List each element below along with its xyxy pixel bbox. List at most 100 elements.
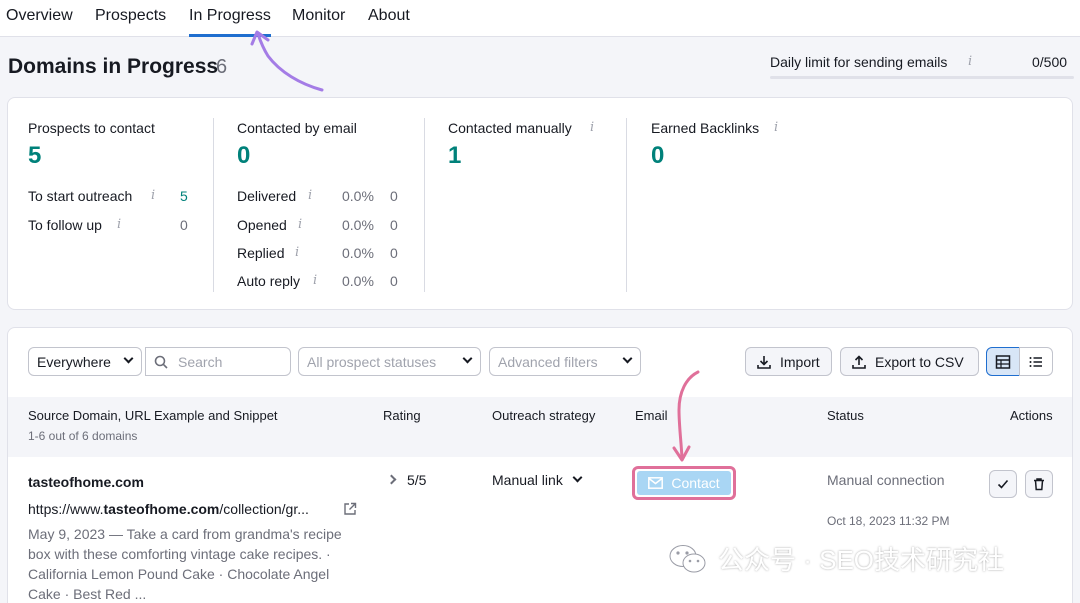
header-status: Status: [827, 408, 864, 423]
header-actions: Actions: [1010, 408, 1053, 423]
contact-highlight-box: Contact: [632, 466, 736, 500]
info-icon[interactable]: i: [590, 120, 594, 135]
info-icon[interactable]: i: [308, 188, 312, 203]
mark-done-button[interactable]: [989, 470, 1017, 498]
import-button[interactable]: Import: [745, 347, 832, 376]
tab-prospects[interactable]: Prospects: [95, 7, 166, 37]
contact-button[interactable]: Contact: [637, 471, 731, 495]
replied-label: Replied: [237, 245, 285, 261]
trash-icon: [1034, 478, 1044, 491]
export-icon: [852, 354, 866, 369]
stats-card: Prospects to contact 5 To start outreach…: [7, 97, 1073, 310]
page-title-count: 6: [216, 56, 228, 78]
header-rating[interactable]: Rating: [383, 408, 421, 423]
search-placeholder: Search: [178, 353, 223, 370]
to-start-outreach-label: To start outreach: [28, 188, 133, 204]
external-link-icon[interactable]: [343, 502, 357, 516]
mail-icon: [648, 477, 664, 489]
row-url[interactable]: https://www.tasteofhome.com/collection/g…: [28, 501, 309, 517]
contacted-manually-value[interactable]: 1: [448, 142, 461, 170]
column-divider: [213, 118, 214, 292]
contacted-by-email-label: Contacted by email: [237, 120, 357, 136]
info-icon[interactable]: i: [774, 120, 778, 135]
info-icon[interactable]: i: [968, 54, 972, 69]
info-icon[interactable]: i: [117, 217, 121, 232]
status-filter-select[interactable]: All prospect statuses: [298, 347, 481, 376]
chevron-right-icon[interactable]: [386, 474, 397, 485]
scope-select[interactable]: Everywhere: [28, 347, 142, 376]
daily-limit-label: Daily limit for sending emails: [770, 54, 948, 70]
contact-label: Contact: [671, 475, 720, 491]
table-view-icon: [995, 354, 1011, 369]
prospects-to-contact-label: Prospects to contact: [28, 120, 155, 136]
row-status-time: Oct 18, 2023 11:32 PM: [827, 514, 950, 528]
header-strategy: Outreach strategy: [492, 408, 596, 423]
row-domain[interactable]: tasteofhome.com: [28, 474, 144, 490]
opened-percent: 0.0%: [342, 217, 374, 233]
table-header: Source Domain, URL Example and Snippet 1…: [8, 397, 1072, 457]
url-domain: tasteofhome.com: [103, 501, 220, 517]
auto-reply-label: Auto reply: [237, 273, 301, 289]
chevron-down-icon: [123, 353, 134, 364]
search-input[interactable]: Search: [145, 347, 291, 376]
chevron-down-icon: [572, 472, 583, 483]
column-divider: [626, 118, 627, 292]
table-view-toggle[interactable]: [986, 347, 1020, 376]
delivered-count: 0: [390, 188, 398, 204]
page-title: Domains in Progress: [8, 55, 219, 78]
auto-reply-count: 0: [390, 273, 398, 289]
import-icon: [757, 355, 771, 369]
opened-count: 0: [390, 217, 398, 233]
to-start-outreach-count[interactable]: 5: [180, 188, 188, 204]
opened-label: Opened: [237, 217, 287, 233]
import-label: Import: [780, 353, 820, 370]
wechat-logo-icon: [669, 544, 706, 572]
info-icon[interactable]: i: [313, 273, 317, 288]
to-follow-up-label: To follow up: [28, 217, 102, 233]
earned-backlinks-value[interactable]: 0: [651, 142, 664, 170]
header-email: Email: [635, 408, 668, 423]
auto-reply-percent: 0.0%: [342, 273, 374, 289]
list-view-icon: [1029, 356, 1042, 367]
tab-about[interactable]: About: [368, 7, 410, 37]
row-rating: 5/5: [407, 472, 427, 488]
outreach-strategy-select[interactable]: Manual link: [492, 472, 563, 488]
export-label: Export to CSV: [875, 353, 964, 370]
list-view-toggle[interactable]: [1019, 347, 1053, 376]
purple-annotation-arrow: [250, 30, 324, 92]
earned-backlinks-label: Earned Backlinks: [651, 120, 760, 136]
status-filter-value: All prospect statuses: [307, 353, 437, 370]
advanced-filters-label: Advanced filters: [498, 353, 598, 370]
column-divider: [424, 118, 425, 292]
info-icon[interactable]: i: [298, 217, 302, 232]
search-icon: [154, 355, 168, 369]
export-csv-button[interactable]: Export to CSV: [840, 347, 979, 376]
info-icon[interactable]: i: [151, 188, 155, 203]
to-follow-up-count: 0: [180, 217, 188, 233]
chevron-down-icon: [462, 353, 473, 364]
url-path: /collection/gr...: [219, 501, 309, 517]
daily-limit-value: 0/500: [1032, 54, 1068, 70]
prospects-to-contact-value[interactable]: 5: [28, 142, 41, 170]
row-status: Manual connection: [827, 472, 945, 488]
replied-count: 0: [390, 245, 398, 261]
top-nav: Overview Prospects In Progress Monitor A…: [0, 0, 1080, 37]
advanced-filters-select[interactable]: Advanced filters: [489, 347, 641, 376]
daily-limit-progress-bar: [770, 76, 1074, 79]
chevron-down-icon: [622, 353, 633, 364]
tab-in-progress[interactable]: In Progress: [189, 7, 271, 37]
header-source: Source Domain, URL Example and Snippet: [28, 408, 278, 423]
row-snippet: May 9, 2023 — Take a card from grandma's…: [28, 526, 342, 602]
url-prefix: https://www.: [28, 501, 104, 517]
delete-button[interactable]: [1025, 470, 1053, 498]
contacted-manually-label: Contacted manually: [448, 120, 572, 136]
tab-monitor[interactable]: Monitor: [292, 7, 345, 37]
delivered-percent: 0.0%: [342, 188, 374, 204]
table-subheader: 1-6 out of 6 domains: [28, 429, 138, 443]
info-icon[interactable]: i: [295, 245, 299, 260]
watermark: 公众号 · SEO技术研究社: [668, 540, 1004, 577]
contacted-by-email-value[interactable]: 0: [237, 142, 250, 170]
tab-overview[interactable]: Overview: [6, 7, 73, 37]
watermark-text: 公众号 · SEO技术研究社: [718, 545, 1005, 575]
delivered-label: Delivered: [237, 188, 297, 204]
